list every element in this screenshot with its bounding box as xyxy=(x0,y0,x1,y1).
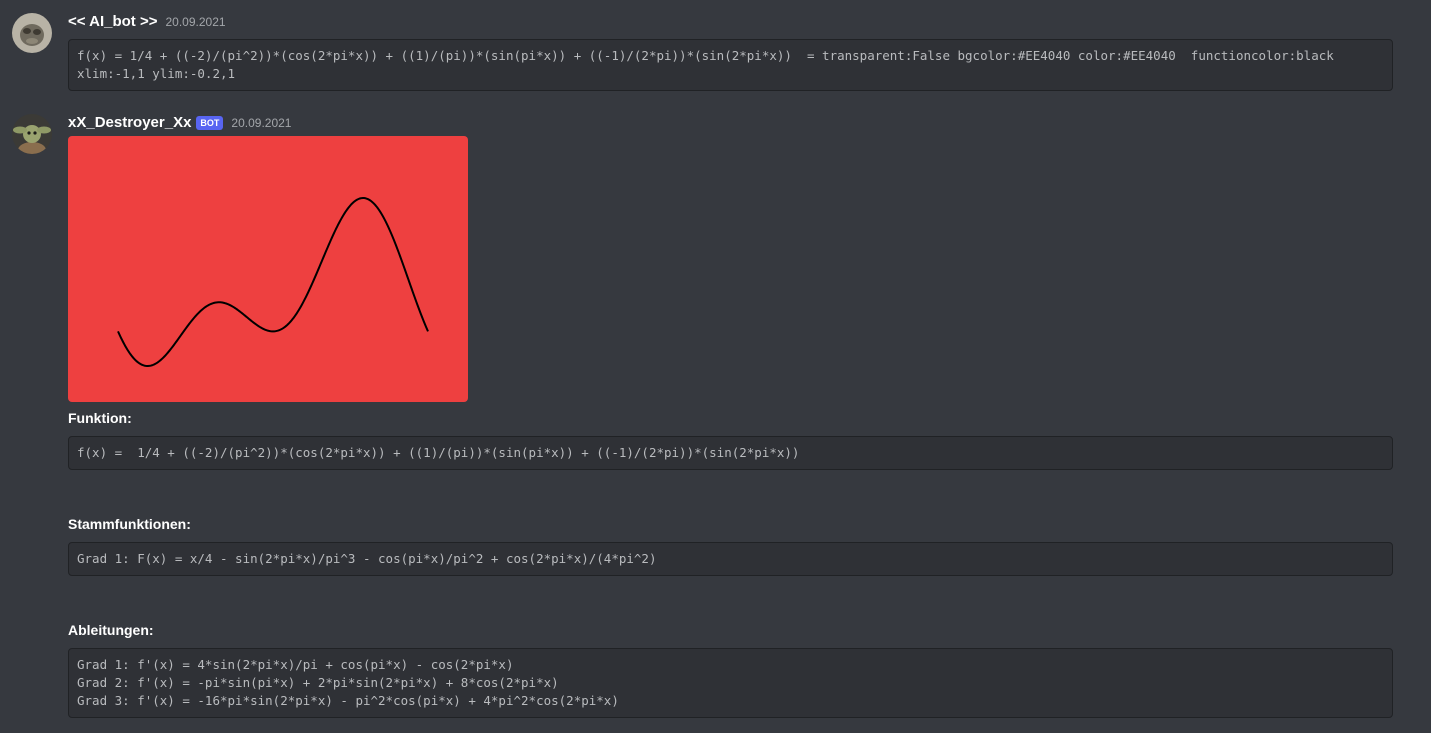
avatar-destroyer[interactable] xyxy=(12,114,52,154)
message-header: << AI_bot >> 20.09.2021 xyxy=(68,13,226,30)
code-line: Grad 2: f'(x) = -pi*sin(pi*x) + 2*pi*sin… xyxy=(77,675,559,690)
avatar-image xyxy=(12,13,52,53)
message-header: xX_Destroyer_Xx BOT 20.09.2021 xyxy=(68,114,291,131)
username[interactable]: << AI_bot >> xyxy=(68,13,157,30)
plot-svg xyxy=(68,136,468,402)
plot-background xyxy=(68,136,468,402)
stammfunktionen-title: Stammfunktionen: xyxy=(68,516,191,532)
avatar-image xyxy=(12,114,52,154)
code-line: f(x) = 1/4 + ((-2)/(pi^2))*(cos(2*pi*x))… xyxy=(77,48,1334,63)
code-line: Grad 3: f'(x) = -16*pi*sin(2*pi*x) - pi^… xyxy=(77,693,619,708)
function-plot-image[interactable] xyxy=(68,136,468,402)
avatar-ai-bot[interactable] xyxy=(12,13,52,53)
ableitungen-title: Ableitungen: xyxy=(68,622,154,638)
funktion-codeblock: f(x) = 1/4 + ((-2)/(pi^2))*(cos(2*pi*x))… xyxy=(68,436,1393,470)
ableitungen-codeblock: Grad 1: f'(x) = 4*sin(2*pi*x)/pi + cos(p… xyxy=(68,648,1393,718)
code-line: xlim:-1,1 ylim:-0.2,1 xyxy=(77,66,236,81)
username[interactable]: xX_Destroyer_Xx xyxy=(68,114,191,131)
timestamp: 20.09.2021 xyxy=(231,116,292,130)
funktion-title: Funktion: xyxy=(68,410,132,426)
command-codeblock: f(x) = 1/4 + ((-2)/(pi^2))*(cos(2*pi*x))… xyxy=(68,39,1393,91)
timestamp: 20.09.2021 xyxy=(165,15,226,29)
stammfunktionen-codeblock: Grad 1: F(x) = x/4 - sin(2*pi*x)/pi^3 - … xyxy=(68,542,1393,576)
code-line: Grad 1: f'(x) = 4*sin(2*pi*x)/pi + cos(p… xyxy=(77,657,514,672)
bot-tag: BOT xyxy=(196,116,224,130)
